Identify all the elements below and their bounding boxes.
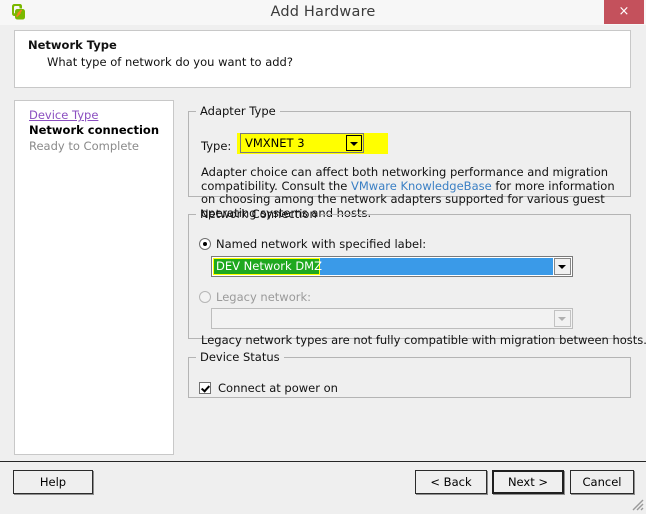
wizard-content: Adapter Type Type: VMXNET 3 Adapter choi…: [188, 100, 646, 455]
legacy-network-radio-label: Legacy network:: [216, 290, 311, 304]
adapter-type-value: VMXNET 3: [245, 136, 305, 150]
window-title: Add Hardware: [270, 4, 376, 20]
add-hardware-dialog: Add Hardware × Network Type What type of…: [0, 0, 646, 513]
legacy-network-note: Legacy network types are not fully compa…: [201, 333, 646, 347]
named-network-value: DEV Network DMZ: [216, 259, 322, 273]
connect-at-power-on-label: Connect at power on: [218, 381, 338, 395]
wizard-steps-sidebar: Device Type Network connection Ready to …: [14, 100, 174, 455]
network-connection-legend: Network Connection: [200, 207, 317, 221]
footer-separator: [0, 461, 646, 462]
page-subtitle: What type of network do you want to add?: [47, 55, 293, 69]
sidebar-item-ready-to-complete[interactable]: Ready to Complete: [29, 139, 139, 153]
radio-selected-icon[interactable]: [199, 238, 211, 250]
adapter-type-select[interactable]: VMXNET 3: [240, 133, 364, 153]
named-network-radio-row[interactable]: Named network with specified label:: [199, 237, 426, 251]
page-header: Network Type What type of network do you…: [14, 30, 631, 88]
title-bar: Add Hardware ×: [0, 0, 646, 25]
vmware-knowledgebase-link[interactable]: VMware KnowledgeBase: [351, 179, 492, 193]
close-icon: ×: [618, 4, 630, 19]
close-button[interactable]: ×: [604, 0, 644, 24]
sidebar-item-device-type[interactable]: Device Type: [29, 108, 98, 122]
radio-unselected-icon: [199, 291, 211, 303]
chevron-down-icon[interactable]: [554, 258, 571, 275]
cancel-button[interactable]: Cancel: [570, 470, 634, 494]
named-network-select[interactable]: DEV Network DMZ: [211, 256, 573, 277]
chevron-down-icon[interactable]: [346, 135, 362, 151]
named-network-radio-label: Named network with specified label:: [216, 237, 427, 251]
type-label: Type:: [201, 139, 232, 153]
help-button[interactable]: Help: [13, 470, 93, 494]
checkbox-checked-icon[interactable]: [199, 382, 211, 394]
device-status-legend: Device Status: [200, 350, 280, 364]
network-connection-group: Network Connection Named network with sp…: [188, 207, 646, 347]
next-button[interactable]: Next >: [492, 470, 564, 494]
adapter-type-legend: Adapter Type: [200, 104, 276, 118]
adapter-type-group: Adapter Type Type: VMXNET 3 Adapter choi…: [188, 104, 631, 219]
resize-grip[interactable]: [630, 497, 644, 511]
legacy-network-select: [211, 308, 573, 329]
sidebar-item-network-connection[interactable]: Network connection: [29, 123, 159, 137]
connect-at-power-on-row[interactable]: Connect at power on: [199, 381, 338, 395]
back-button[interactable]: < Back: [415, 470, 487, 494]
page-title: Network Type: [28, 38, 117, 52]
chevron-down-icon: [554, 310, 571, 327]
device-status-group: Device Status Connect at power on: [188, 350, 631, 398]
legacy-network-radio-row: Legacy network:: [199, 290, 311, 304]
